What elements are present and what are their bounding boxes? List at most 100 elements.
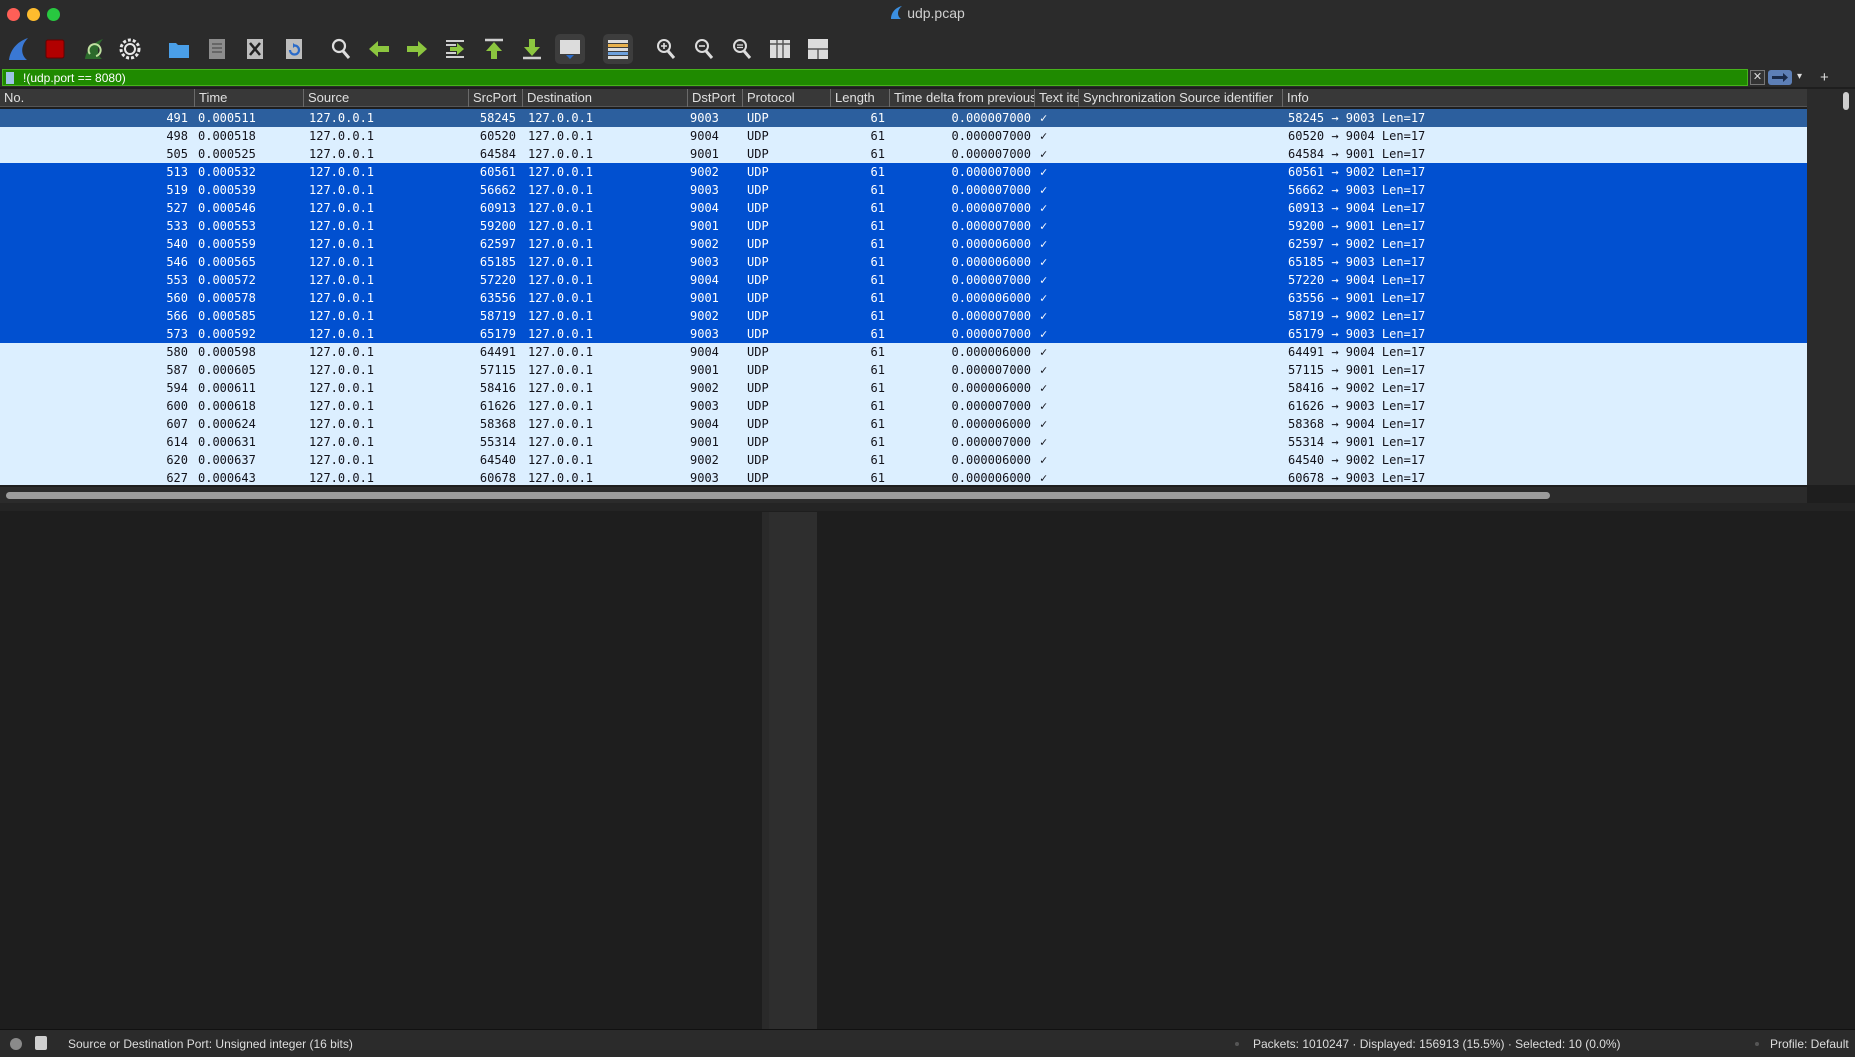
main-toolbar: [0, 28, 1855, 73]
column-header-no[interactable]: No.: [0, 89, 194, 107]
goto-icon: [446, 40, 464, 58]
packet-row[interactable]: 533 0.000553 127.0.0.1 59200 127.0.0.1 9001 UD…: [0, 217, 1807, 235]
status-profile[interactable]: Profile: Default: [1770, 1037, 1849, 1051]
zoom-out-button[interactable]: [689, 34, 719, 64]
filter-clear-button[interactable]: ✕: [1750, 70, 1765, 85]
cell-ssrc: [1082, 127, 1277, 145]
cell-delta: 0.000007000: [951, 219, 1031, 233]
packet-bytes-pane[interactable]: [817, 512, 1855, 1029]
packet-row[interactable]: 587 0.000605 127.0.0.1 57115 127.0.0.1 9001 UD…: [0, 361, 1807, 379]
packet-row[interactable]: 594 0.000611 127.0.0.1 58416 127.0.0.1 9002 UD…: [0, 379, 1807, 397]
display-filter-input[interactable]: !(udp.port == 8080): [2, 69, 1748, 86]
autoscroll-button[interactable]: [555, 34, 585, 64]
open-file-button[interactable]: [164, 34, 194, 64]
packet-list-horizontal-scrollbar[interactable]: [0, 487, 1807, 503]
add-filter-button[interactable]: +: [1820, 69, 1829, 86]
save-file-button[interactable]: [202, 34, 232, 64]
packet-row[interactable]: 505 0.000525 127.0.0.1 64584 127.0.0.1 9001 UD…: [0, 145, 1807, 163]
status-field-hint: Source or Destination Port: Unsigned int…: [68, 1037, 353, 1051]
cell-no: 513: [166, 165, 188, 179]
vertical-pane-splitter[interactable]: [762, 512, 769, 1029]
arrow-up-bar-icon: [485, 38, 503, 59]
cell-sport: 60520: [479, 129, 516, 143]
zoom-in-button[interactable]: [651, 34, 681, 64]
column-header-protocol[interactable]: Protocol: [742, 89, 830, 107]
cell-info: 65179 → 9003 Len=17: [1288, 327, 1426, 341]
cell-len: 61: [870, 399, 885, 413]
stop-capture-button[interactable]: [40, 34, 70, 64]
apply-arrow-icon: [1772, 73, 1788, 82]
packet-row[interactable]: 519 0.000539 127.0.0.1 56662 127.0.0.1 9003 UD…: [0, 181, 1807, 199]
cell-no: 527: [166, 201, 188, 215]
column-header-length[interactable]: Length: [830, 89, 889, 107]
cell-dport: 9002: [690, 453, 719, 467]
column-header-time-delta[interactable]: Time delta from previous displayed frame: [889, 89, 1034, 107]
packet-row[interactable]: 627 0.000643 127.0.0.1 60678 127.0.0.1 9003 UD…: [0, 469, 1807, 485]
filter-apply-button[interactable]: [1768, 70, 1792, 85]
expert-info-indicator-icon[interactable]: [10, 1038, 22, 1050]
go-last-button[interactable]: [517, 34, 547, 64]
column-header-info[interactable]: Info: [1282, 89, 1807, 107]
layout-button[interactable]: [803, 34, 833, 64]
column-header-srcport[interactable]: SrcPort: [468, 89, 522, 107]
restart-fin-icon: [85, 39, 103, 59]
packet-row[interactable]: 614 0.000631 127.0.0.1 55314 127.0.0.1 9001 UD…: [0, 433, 1807, 451]
go-first-button[interactable]: [479, 34, 509, 64]
packet-row[interactable]: 560 0.000578 127.0.0.1 63556 127.0.0.1 9001 UD…: [0, 289, 1807, 307]
find-packet-button[interactable]: [326, 34, 356, 64]
column-header-text-item[interactable]: Text item: [1034, 89, 1078, 107]
cell-text: ✓: [1040, 183, 1048, 197]
reload-file-button[interactable]: [279, 34, 309, 64]
go-to-packet-button[interactable]: [440, 34, 470, 64]
start-capture-button[interactable]: [4, 34, 34, 64]
go-back-button[interactable]: [364, 34, 394, 64]
cell-ssrc: [1082, 415, 1277, 433]
shark-fin-icon: [9, 38, 28, 60]
packet-row[interactable]: 527 0.000546 127.0.0.1 60913 127.0.0.1 9004 UD…: [0, 199, 1807, 217]
cell-time: 0.000511: [198, 111, 256, 125]
packet-row[interactable]: 580 0.000598 127.0.0.1 64491 127.0.0.1 9004 UD…: [0, 343, 1807, 361]
packet-list[interactable]: 491 0.000511 127.0.0.1 58245 127.0.0.1 9003 UD…: [0, 109, 1807, 485]
packet-row[interactable]: 607 0.000624 127.0.0.1 58368 127.0.0.1 9004 UD…: [0, 415, 1807, 433]
packet-row[interactable]: 566 0.000585 127.0.0.1 58719 127.0.0.1 9002 UD…: [0, 307, 1807, 325]
filter-bookmark-icon[interactable]: [6, 72, 14, 84]
packet-row[interactable]: 600 0.000618 127.0.0.1 61626 127.0.0.1 9003 UD…: [0, 397, 1807, 415]
restart-capture-button[interactable]: [79, 34, 109, 64]
cell-proto: UDP: [747, 417, 769, 431]
capture-comment-icon[interactable]: [35, 1036, 47, 1050]
cell-dport: 9002: [690, 381, 719, 395]
filter-history-dropdown[interactable]: ▾: [1797, 71, 1802, 82]
packet-details-pane[interactable]: [0, 512, 762, 1029]
cell-len: 61: [870, 435, 885, 449]
packet-row[interactable]: 491 0.000511 127.0.0.1 58245 127.0.0.1 9003 UD…: [0, 109, 1807, 127]
column-header-ssrc[interactable]: Synchronization Source identifier: [1078, 89, 1282, 107]
go-forward-button[interactable]: [402, 34, 432, 64]
autoscroll-icon: [560, 40, 580, 59]
close-file-button[interactable]: [240, 34, 270, 64]
cell-text: ✓: [1040, 327, 1048, 341]
column-header-source[interactable]: Source: [303, 89, 468, 107]
resize-columns-button[interactable]: [765, 34, 795, 64]
cell-ssrc: [1082, 217, 1277, 235]
packet-row[interactable]: 540 0.000559 127.0.0.1 62597 127.0.0.1 9002 UD…: [0, 235, 1807, 253]
packet-row[interactable]: 573 0.000592 127.0.0.1 65179 127.0.0.1 9003 UD…: [0, 325, 1807, 343]
column-header-time[interactable]: Time: [194, 89, 303, 107]
packet-bytes-offset-gutter: [769, 512, 817, 1029]
horizontal-scroll-thumb[interactable]: [6, 492, 1550, 499]
column-header-destination[interactable]: Destination: [522, 89, 687, 107]
cell-proto: UDP: [747, 291, 769, 305]
packet-row[interactable]: 546 0.000565 127.0.0.1 65185 127.0.0.1 9003 UD…: [0, 253, 1807, 271]
capture-options-button[interactable]: [115, 34, 145, 64]
vertical-scroll-thumb[interactable]: [1843, 92, 1849, 110]
packet-row[interactable]: 553 0.000572 127.0.0.1 57220 127.0.0.1 9004 UD…: [0, 271, 1807, 289]
packet-row[interactable]: 620 0.000637 127.0.0.1 64540 127.0.0.1 9002 UD…: [0, 451, 1807, 469]
packet-row[interactable]: 498 0.000518 127.0.0.1 60520 127.0.0.1 9004 UD…: [0, 127, 1807, 145]
normal-size-button[interactable]: [727, 34, 757, 64]
cell-len: 61: [870, 291, 885, 305]
cell-time: 0.000578: [198, 291, 256, 305]
pane-splitter[interactable]: [0, 503, 1855, 511]
colorize-button[interactable]: [603, 34, 633, 64]
column-header-dstport[interactable]: DstPort: [687, 89, 742, 107]
packet-list-vertical-scrollbar[interactable]: [1807, 89, 1855, 485]
packet-row[interactable]: 513 0.000532 127.0.0.1 60561 127.0.0.1 9002 UD…: [0, 163, 1807, 181]
